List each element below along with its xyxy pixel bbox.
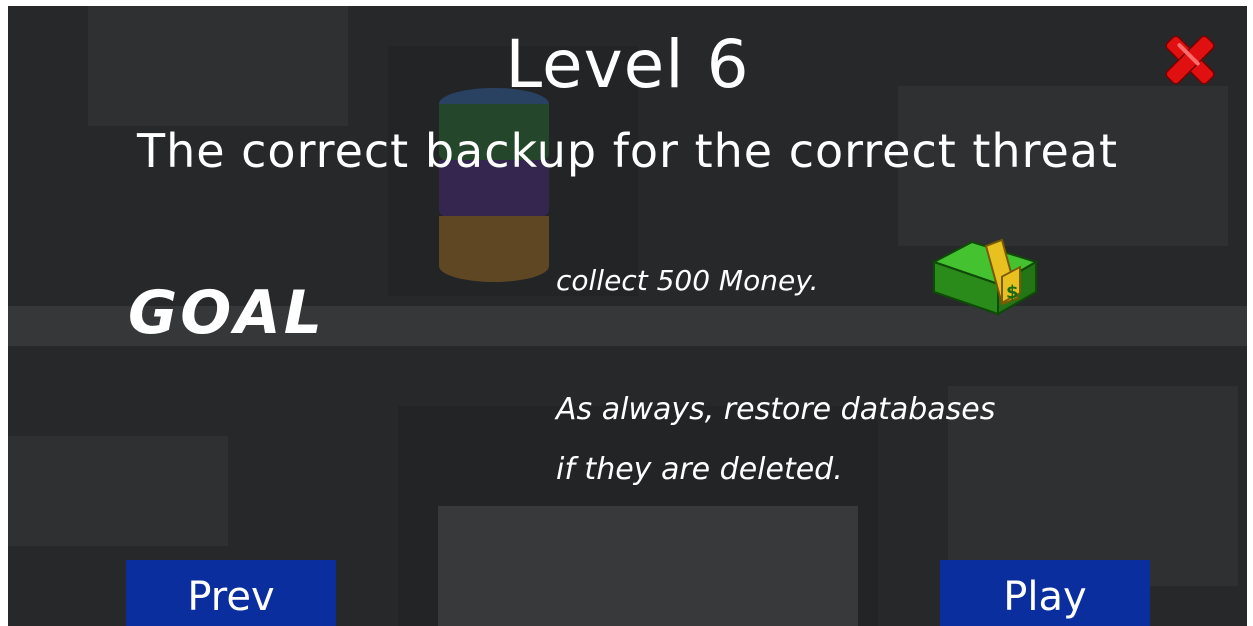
- database-icon: [439, 88, 549, 282]
- goal-label: GOAL: [128, 278, 325, 348]
- level-intro-screen: Level 6 The correct backup for the corre…: [8, 6, 1247, 626]
- money-stack-icon: $: [931, 238, 1039, 316]
- reminder-line-1: As always, restore databases: [556, 392, 996, 427]
- close-icon[interactable]: [1160, 30, 1220, 90]
- svg-text:$: $: [1006, 282, 1019, 303]
- background-scenery: [8, 436, 228, 546]
- level-subtitle: The correct backup for the correct threa…: [136, 124, 1119, 178]
- level-title: Level 6: [505, 26, 750, 103]
- goal-objective: collect 500 Money.: [556, 264, 819, 297]
- background-scenery: [438, 506, 858, 626]
- prev-button[interactable]: Prev: [126, 560, 336, 626]
- reminder-line-2: if they are deleted.: [556, 452, 843, 487]
- play-button[interactable]: Play: [940, 560, 1150, 626]
